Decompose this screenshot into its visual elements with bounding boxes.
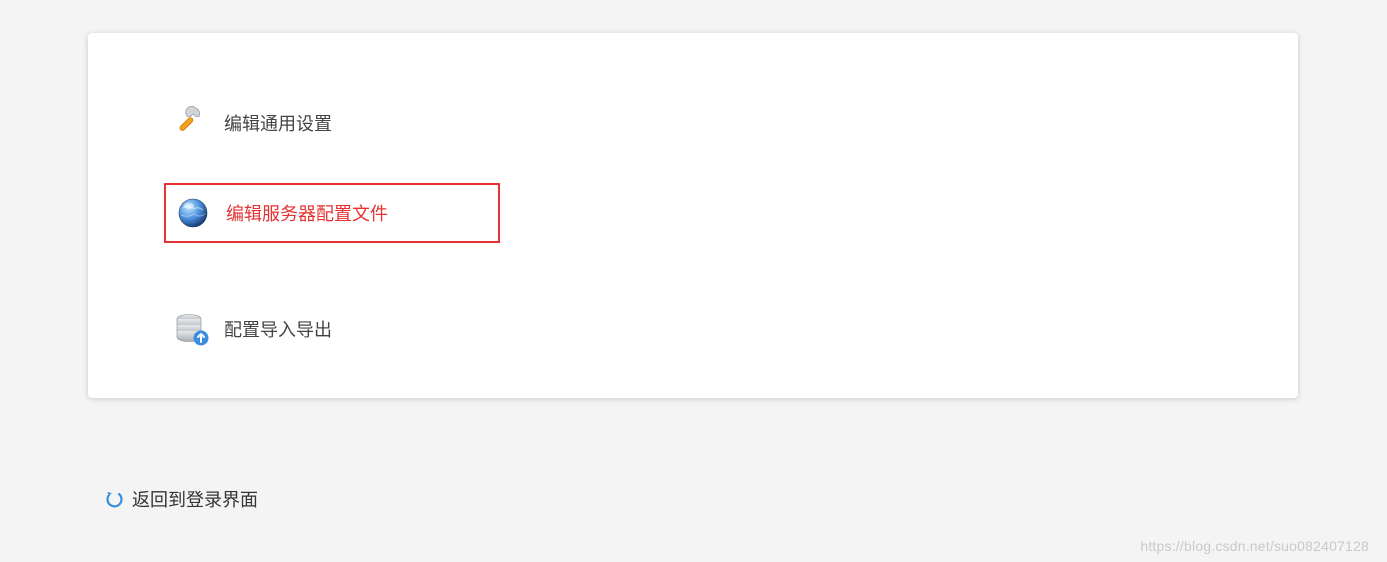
menu-item-edit-general[interactable]: 编辑通用设置 [88, 93, 1298, 153]
back-link-label: 返回到登录界面 [132, 486, 258, 512]
menu-item-label: 编辑服务器配置文件 [226, 200, 388, 226]
back-arrow-icon [102, 490, 126, 508]
database-arrow-icon [166, 310, 216, 348]
menu-item-label: 编辑通用设置 [224, 110, 332, 136]
menu-item-edit-server-config[interactable]: 编辑服务器配置文件 [164, 183, 500, 243]
globe-icon [168, 196, 218, 230]
back-to-login-link[interactable]: 返回到登录界面 [102, 486, 258, 512]
watermark-text: https://blog.csdn.net/suo082407128 [1140, 538, 1369, 554]
settings-card: 编辑通用设置 编辑服务器配置文件 [88, 33, 1298, 398]
wrench-icon [166, 106, 216, 140]
menu-item-import-export[interactable]: 配置导入导出 [88, 299, 1298, 359]
menu-item-label: 配置导入导出 [224, 316, 332, 342]
